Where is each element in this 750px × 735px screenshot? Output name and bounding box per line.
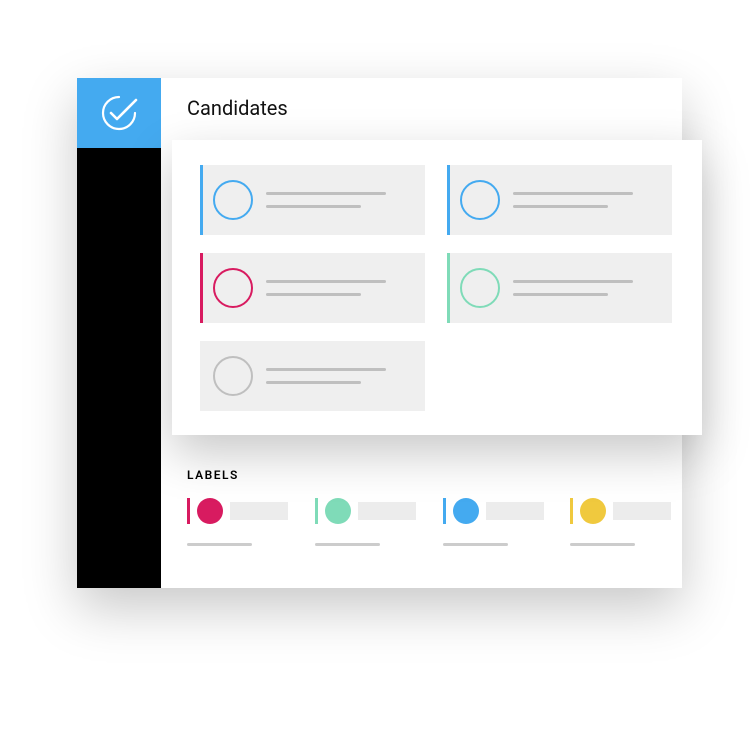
- candidate-text-placeholder: [513, 192, 633, 208]
- label-color-dot: [325, 498, 351, 524]
- labels-heading: LABELS: [187, 468, 682, 482]
- candidate-card-empty[interactable]: [200, 341, 425, 411]
- label-text-placeholder: [230, 502, 288, 520]
- candidate-card[interactable]: [447, 165, 672, 235]
- label-color-dot: [453, 498, 479, 524]
- candidate-text-placeholder: [266, 368, 386, 384]
- label-text-placeholder: [613, 502, 671, 520]
- labels-row: [187, 498, 682, 546]
- label-chip[interactable]: [187, 498, 299, 546]
- candidate-card[interactable]: [200, 253, 425, 323]
- page-title: Candidates: [187, 96, 288, 120]
- candidate-text-placeholder: [266, 192, 386, 208]
- label-chip[interactable]: [315, 498, 427, 546]
- label-subtext-placeholder: [315, 543, 380, 546]
- label-subtext-placeholder: [187, 543, 252, 546]
- label-subtext-placeholder: [443, 543, 508, 546]
- candidate-card[interactable]: [200, 165, 425, 235]
- label-text-placeholder: [486, 502, 544, 520]
- sidebar: [77, 78, 161, 588]
- candidate-avatar-placeholder: [213, 180, 253, 220]
- candidates-grid: [200, 165, 674, 411]
- label-chip[interactable]: [443, 498, 555, 546]
- candidate-card[interactable]: [447, 253, 672, 323]
- label-text-placeholder: [358, 502, 416, 520]
- label-color-dot: [197, 498, 223, 524]
- checkmark-circle-icon: [99, 93, 139, 133]
- candidate-avatar-placeholder: [460, 180, 500, 220]
- candidate-text-placeholder: [266, 280, 386, 296]
- candidate-avatar-placeholder: [460, 268, 500, 308]
- candidate-avatar-placeholder: [213, 268, 253, 308]
- labels-section: LABELS: [187, 468, 682, 546]
- candidate-avatar-placeholder: [213, 356, 253, 396]
- candidate-text-placeholder: [513, 280, 633, 296]
- label-color-dot: [580, 498, 606, 524]
- label-chip[interactable]: [570, 498, 682, 546]
- candidates-popup: [172, 140, 702, 435]
- label-subtext-placeholder: [570, 543, 635, 546]
- app-logo[interactable]: [77, 78, 161, 148]
